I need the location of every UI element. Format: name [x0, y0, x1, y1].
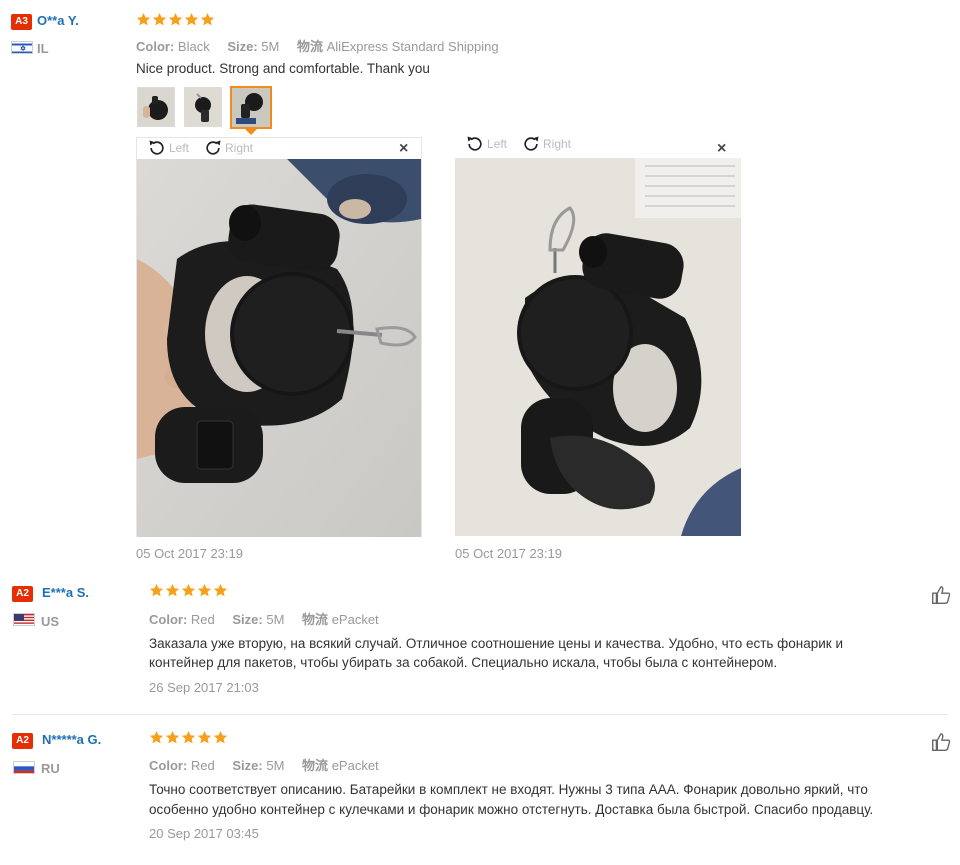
star-icon [200, 12, 215, 27]
rotate-left-label: Left [169, 141, 190, 155]
order-attributes: Color: Red Size: 5M 物流 ePacket [149, 609, 393, 628]
star-icon [197, 583, 212, 598]
photo-thumbnail-selected[interactable] [230, 86, 272, 129]
review-date: 26 Sep 2017 21:03 [149, 680, 259, 695]
flag-il-icon [11, 41, 33, 54]
rotate-left-icon [467, 136, 482, 151]
logistics-label: 物流 [302, 612, 329, 627]
star-icon [149, 583, 164, 598]
buyer-level-badge: A3 [11, 14, 32, 30]
buyer-country: RU [41, 761, 60, 776]
size-value: 5M [261, 39, 280, 54]
close-icon[interactable]: × [399, 140, 408, 158]
rating-stars [149, 730, 228, 748]
star-icon [152, 12, 167, 27]
photo-toolbar: Left Right × [455, 134, 740, 157]
logistics-value: AliExpress Standard Shipping [326, 39, 499, 54]
flag-ru-icon [13, 761, 35, 774]
review-divider [12, 714, 948, 715]
photo-thumbnail[interactable] [137, 87, 175, 127]
buyer-name: E***a S. [42, 585, 89, 600]
logistics-value: ePacket [331, 612, 379, 627]
buyer-name: O**a Y. [37, 13, 79, 28]
order-attributes: Color: Red Size: 5M 物流 ePacket [149, 755, 393, 774]
rotate-left-icon [149, 140, 164, 155]
rotate-left-button[interactable]: Left [147, 138, 189, 158]
rotate-right-icon [206, 140, 221, 155]
photo-thumbnail[interactable] [184, 87, 222, 127]
rotate-right-label: Right [225, 141, 254, 155]
color-value: Black [177, 39, 210, 54]
rotate-left-button[interactable]: Left [465, 134, 507, 154]
review-photo-viewer: Left Right × [454, 134, 741, 537]
rotate-right-button[interactable]: Right [521, 134, 571, 154]
rotate-right-icon [524, 136, 539, 151]
rotate-right-label: Right [543, 137, 572, 151]
review-date: 20 Sep 2017 03:45 [149, 826, 259, 841]
star-icon [184, 12, 199, 27]
star-icon [165, 730, 180, 745]
order-attributes: Color: Black Size: 5M 物流 AliExpress Stan… [136, 36, 513, 55]
color-label: Color: [149, 612, 188, 627]
size-label: Size: [232, 758, 263, 773]
flag-us-icon [13, 613, 35, 626]
review-text-line-1: Точно соответствует описанию. Батарейки … [149, 782, 868, 797]
rating-stars [149, 583, 228, 601]
buyer-country: US [41, 614, 60, 629]
star-icon [165, 583, 180, 598]
rating-stars [136, 12, 215, 30]
color-value: Red [190, 612, 215, 627]
review-photo[interactable] [137, 159, 421, 537]
size-value: 5M [266, 758, 285, 773]
rotate-left-label: Left [487, 137, 508, 151]
thumbs-up-icon[interactable] [930, 584, 952, 606]
buyer-country: IL [37, 41, 49, 56]
buyer-level-badge: A2 [12, 733, 33, 749]
review-photo-viewer: Left Right × [136, 137, 422, 537]
review-photo[interactable] [455, 158, 741, 536]
logistics-label: 物流 [296, 39, 323, 54]
logistics-label: 物流 [302, 758, 329, 773]
size-label: Size: [232, 612, 263, 627]
size-value: 5M [266, 612, 285, 627]
color-value: Red [190, 758, 215, 773]
size-label: Size: [227, 39, 258, 54]
star-icon [136, 12, 151, 27]
star-icon [181, 583, 196, 598]
star-icon [213, 730, 228, 745]
photo-date: 05 Oct 2017 23:19 [455, 546, 562, 561]
star-icon [197, 730, 212, 745]
selected-thumb-indicator [245, 129, 257, 135]
star-icon [213, 583, 228, 598]
photo-toolbar: Left Right × [137, 138, 421, 158]
close-icon[interactable]: × [717, 140, 726, 158]
photo-date: 05 Oct 2017 23:19 [136, 546, 243, 561]
color-label: Color: [149, 758, 188, 773]
logistics-value: ePacket [331, 758, 379, 773]
buyer-name: N*****a G. [42, 732, 102, 747]
buyer-level-badge: A2 [12, 586, 33, 602]
review-text-line-2: контейнер для пакетов, чтобы убирать за … [149, 655, 778, 670]
star-icon [149, 730, 164, 745]
star-icon [168, 12, 183, 27]
color-label: Color: [136, 39, 175, 54]
review-text-line-2: особенно удобно контейнер с кулечками и … [149, 802, 874, 817]
thumbs-up-icon[interactable] [930, 731, 952, 753]
review-text-line-1: Заказала уже вторую, на всякий случай. О… [149, 636, 843, 651]
rotate-right-button[interactable]: Right [203, 138, 253, 158]
star-icon [181, 730, 196, 745]
review-text: Nice product. Strong and comfortable. Th… [136, 61, 430, 76]
